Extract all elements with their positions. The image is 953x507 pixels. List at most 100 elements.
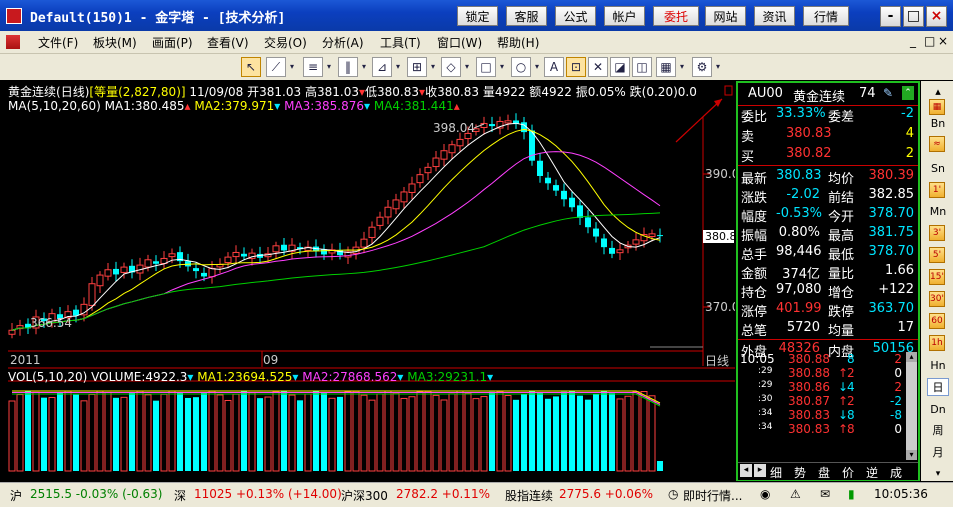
- menu-help[interactable]: 帮助(H): [497, 34, 539, 51]
- volume-bar: [185, 397, 191, 471]
- volume-bar: [153, 400, 159, 471]
- volume-bar: [593, 393, 599, 471]
- candle-body: [193, 268, 199, 272]
- maximize-button[interactable]: □: [903, 6, 924, 27]
- trend-arrow-line: [675, 98, 723, 143]
- sidebar-1min[interactable]: 1': [929, 182, 945, 198]
- settings-tool-icon[interactable]: ⚙ ▾: [692, 57, 720, 77]
- channel-tool-icon[interactable]: ◇ ▾: [441, 57, 469, 77]
- sidebar-week[interactable]: 周: [927, 422, 949, 440]
- select-tool-icon[interactable]: ↖: [241, 57, 261, 77]
- mdi-close-button[interactable]: ×: [938, 34, 948, 48]
- tick-scrollbar[interactable]: ▴ ▾: [906, 352, 917, 460]
- sh-index[interactable]: 2515.5 -0.03% (-0.63): [30, 487, 162, 501]
- sidebar-down-icon[interactable]: ▾: [927, 465, 949, 483]
- sidebar-min-icon[interactable]: ≈: [929, 136, 945, 152]
- quote-tab[interactable]: 成: [890, 464, 902, 481]
- service-button[interactable]: 客服: [506, 6, 547, 26]
- quote-tab[interactable]: 细: [770, 464, 782, 481]
- formula-button[interactable]: 公式: [555, 6, 596, 26]
- quote-button[interactable]: 行情: [803, 6, 849, 26]
- menu-window[interactable]: 窗口(W): [437, 34, 482, 51]
- sidebar-month[interactable]: 月: [927, 444, 949, 462]
- sidebar-hour-icon[interactable]: 1h: [929, 335, 945, 351]
- quote-tab[interactable]: 价: [842, 464, 854, 481]
- menu-sector[interactable]: 板块(M): [93, 34, 137, 51]
- rectangle-tool-icon[interactable]: □ ▾: [476, 57, 504, 77]
- menu-trade[interactable]: 交易(O): [264, 34, 307, 51]
- volume-bar: [640, 391, 648, 472]
- label-tool-icon[interactable]: A: [544, 57, 564, 77]
- sidebar-30min[interactable]: 30': [929, 291, 945, 307]
- sidebar-5min[interactable]: 5': [929, 247, 945, 263]
- sidebar-60min-icon[interactable]: 60: [929, 313, 945, 329]
- news-icon[interactable]: ◷: [668, 487, 678, 501]
- gann-tool-icon[interactable]: ⊞ ▾: [407, 57, 435, 77]
- quote-tab[interactable]: 势: [794, 464, 806, 481]
- menu-tools[interactable]: 工具(T): [380, 34, 421, 51]
- menu-analysis[interactable]: 分析(A): [322, 34, 364, 51]
- lock-button[interactable]: 锁定: [457, 6, 498, 26]
- news-button[interactable]: 资讯: [754, 6, 795, 26]
- gz-index[interactable]: 2775.6 +0.06%: [559, 487, 653, 501]
- minimize-button[interactable]: -: [880, 6, 901, 27]
- kline-chart[interactable]: 黄金连续(日线)[等量(2,827,80)] 11/09/08 开381.03 …: [0, 81, 735, 481]
- sidebar-bn[interactable]: Bn: [927, 115, 949, 133]
- candle-body: [281, 244, 287, 251]
- alert-icon[interactable]: ⚠: [790, 487, 801, 501]
- order-button[interactable]: 委托: [653, 6, 699, 26]
- volume-bar: [632, 391, 640, 472]
- sidebar-hn[interactable]: Hn: [927, 357, 949, 375]
- sidebar-3min[interactable]: 3': [929, 225, 945, 241]
- network-icon[interactable]: ◉: [760, 487, 770, 501]
- pin-icon[interactable]: ✎: [883, 86, 893, 100]
- message-icon[interactable]: ✉: [820, 487, 830, 501]
- text-tool-icon[interactable]: ≡ ▾: [303, 57, 331, 77]
- news-ticker[interactable]: 即时行情...: [683, 487, 742, 504]
- tab-left-icon[interactable]: ◂: [740, 464, 752, 477]
- volume-bar: [601, 391, 607, 471]
- connection-icon[interactable]: ▮: [848, 487, 855, 501]
- quote-tab[interactable]: 逆: [866, 464, 878, 481]
- account-button[interactable]: 帐户: [604, 6, 645, 26]
- volume-bar: [368, 399, 376, 472]
- sz-index[interactable]: 11025 +0.13% (+14.00): [194, 487, 342, 501]
- tick-price: 380.83: [788, 422, 830, 436]
- candle-body: [609, 247, 615, 254]
- quote-row: 总笔 5720 均量 17: [738, 320, 918, 340]
- high-annotation: 398.04: [433, 121, 475, 135]
- website-button[interactable]: 网站: [705, 6, 746, 26]
- doc-icon[interactable]: [6, 35, 20, 49]
- clear-tool-icon[interactable]: ◫: [632, 57, 652, 77]
- y-tick-390: 390.0: [705, 167, 735, 181]
- expand-icon[interactable]: ⌃: [902, 86, 914, 100]
- menu-view[interactable]: 查看(V): [207, 34, 249, 51]
- close-button[interactable]: ×: [926, 6, 947, 27]
- mdi-restore-button[interactable]: □: [924, 34, 935, 48]
- color-tool-icon[interactable]: ▦ ▾: [656, 57, 684, 77]
- mdi-minimize-button[interactable]: _: [910, 34, 916, 48]
- fibonacci-tool-icon[interactable]: ⊿ ▾: [372, 57, 400, 77]
- magnet-tool-icon[interactable]: ⊡: [566, 57, 586, 77]
- clock-time: 10:05:36: [874, 487, 928, 501]
- hs300-index[interactable]: 2782.2 +0.11%: [396, 487, 490, 501]
- quote-tab[interactable]: 盘: [818, 464, 830, 481]
- tick-price: 380.86: [788, 380, 830, 394]
- eraser-tool-icon[interactable]: ◪: [610, 57, 630, 77]
- sidebar-day[interactable]: 日: [927, 378, 949, 396]
- tab-right-icon[interactable]: ▸: [754, 464, 766, 477]
- line-tool-icon[interactable]: ⟋ ▾: [266, 57, 294, 77]
- sidebar-chart-icon[interactable]: ▦: [929, 99, 945, 115]
- sidebar-dn[interactable]: Dn: [927, 401, 949, 419]
- sidebar-15min[interactable]: 15': [929, 269, 945, 285]
- sidebar-mn[interactable]: Mn: [927, 203, 949, 221]
- menu-file[interactable]: 文件(F): [38, 34, 78, 51]
- ellipse-tool-icon[interactable]: ○ ▾: [511, 57, 539, 77]
- menu-view-layout[interactable]: 画面(P): [152, 34, 193, 51]
- delete-tool-icon[interactable]: ✕: [588, 57, 608, 77]
- candle-body: [392, 199, 400, 210]
- candle-body: [208, 267, 216, 278]
- cycle-tool-icon[interactable]: ‖ ▾: [338, 57, 366, 77]
- volume-bar: [440, 399, 448, 472]
- sidebar-sn[interactable]: Sn: [927, 160, 949, 178]
